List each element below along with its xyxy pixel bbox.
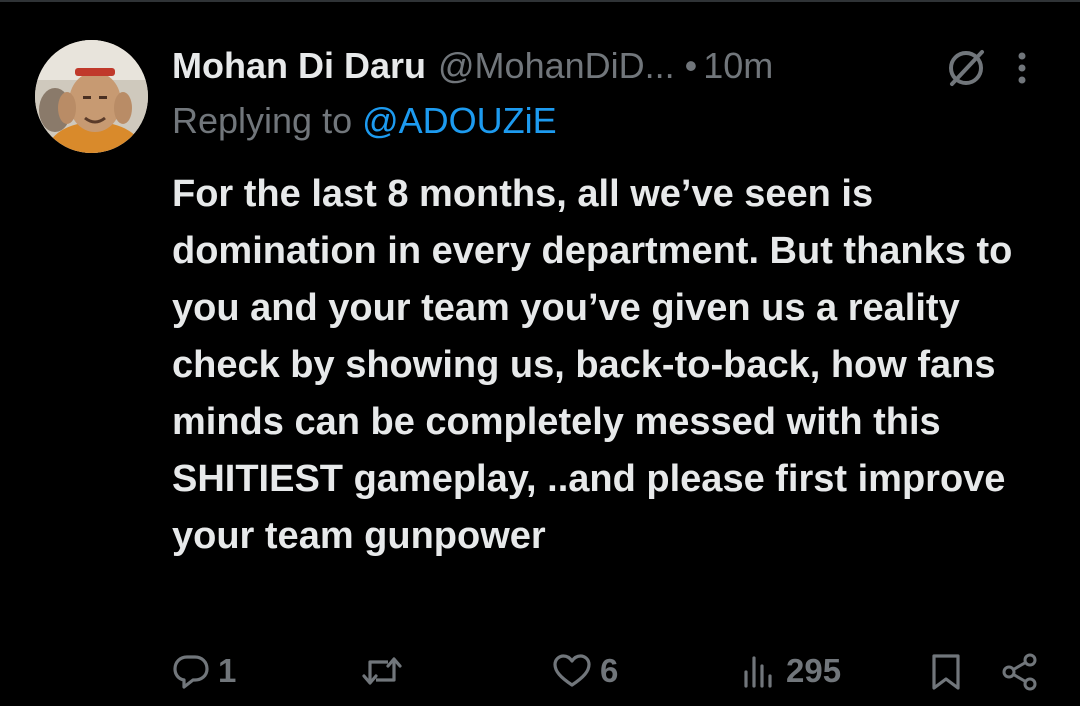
grok-icon[interactable]	[944, 46, 988, 90]
share-button[interactable]	[1000, 652, 1040, 692]
replying-to-handle[interactable]: @ADOUZiE	[362, 100, 557, 142]
like-button[interactable]: 6	[552, 652, 618, 690]
replying-to: Replying to @ADOUZiE	[172, 98, 557, 144]
repost-icon	[362, 657, 402, 685]
heart-icon	[553, 654, 591, 687]
reply-count: 1	[218, 652, 237, 689]
reply-icon	[173, 655, 209, 689]
replying-to-label: Replying to	[172, 100, 353, 141]
avatar[interactable]	[35, 40, 148, 153]
author-handle[interactable]: @MohanDiD...	[438, 45, 675, 87]
repost-button[interactable]	[360, 652, 412, 690]
bookmark-icon	[932, 654, 960, 690]
post-text: For the last 8 months, all we’ve seen is…	[172, 173, 1013, 557]
profile-photo-icon	[35, 40, 148, 153]
post-header: Mohan Di Daru @MohanDiD... • 10m	[172, 42, 773, 90]
share-icon	[1002, 653, 1037, 691]
more-icon[interactable]	[1010, 48, 1034, 88]
views-icon	[744, 656, 772, 688]
top-divider	[0, 0, 1080, 2]
views-count: 295	[786, 652, 842, 689]
reply-button[interactable]: 1	[172, 652, 236, 690]
bookmark-button[interactable]	[928, 652, 964, 692]
author-display-name[interactable]: Mohan Di Daru	[172, 45, 426, 87]
views-button[interactable]: 295	[740, 652, 841, 690]
post-time[interactable]: 10m	[703, 45, 773, 87]
like-count: 6	[600, 652, 619, 689]
header-separator: •	[684, 45, 698, 86]
